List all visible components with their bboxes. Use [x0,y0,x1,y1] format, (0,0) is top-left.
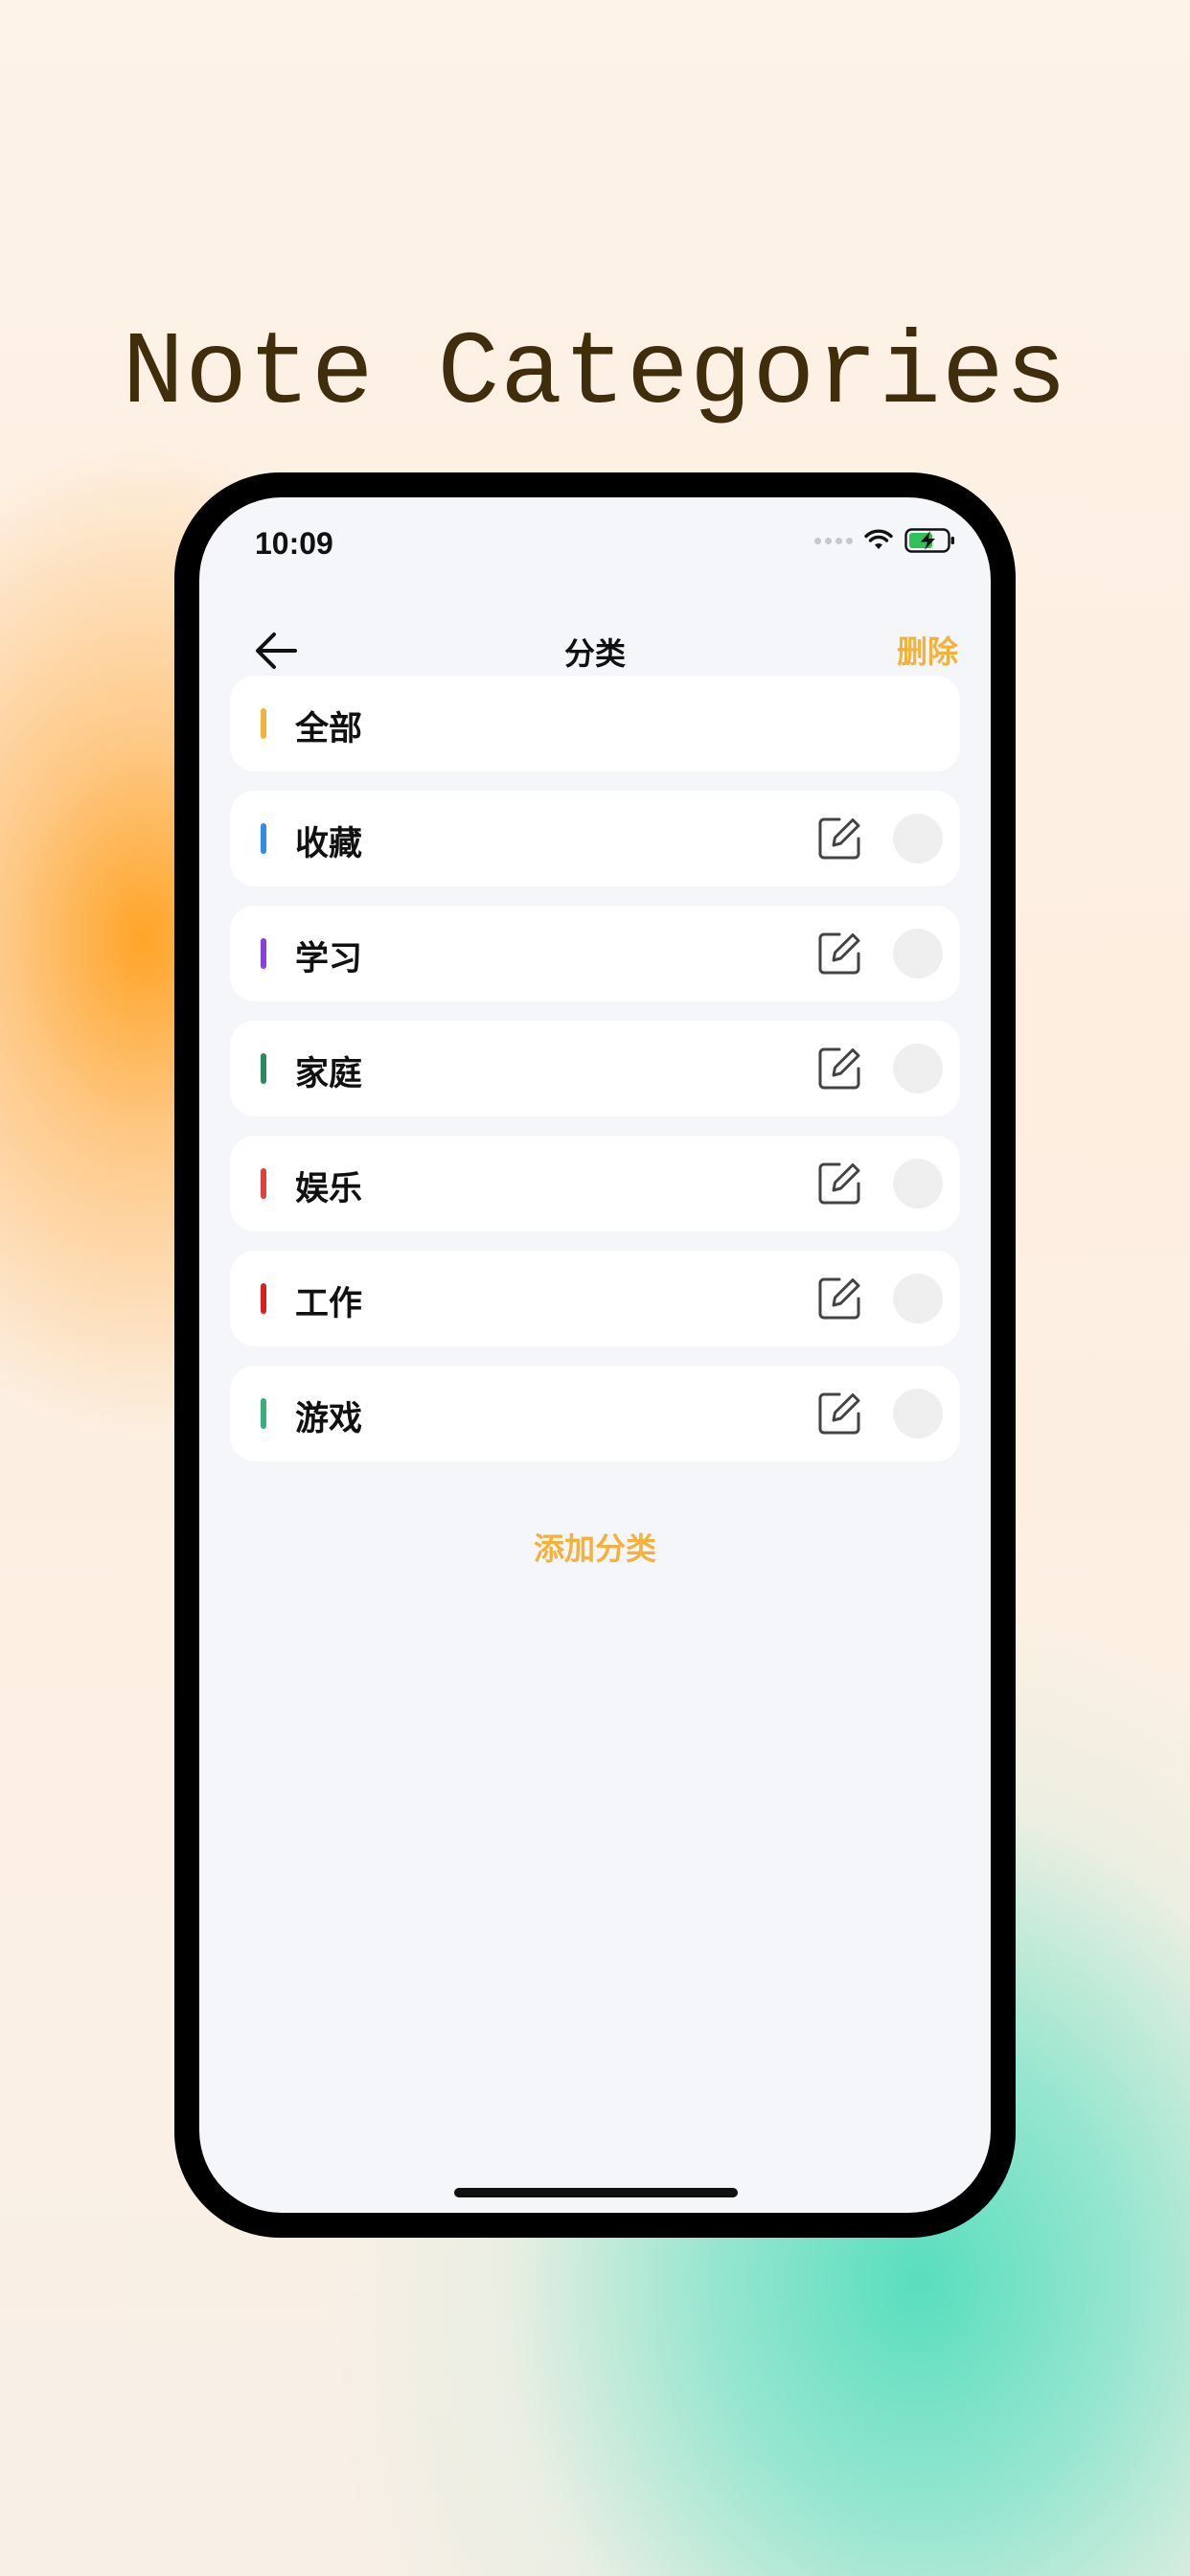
category-label: 家庭 [295,1055,363,1093]
select-radio[interactable] [893,1274,943,1323]
battery-charging-icon [904,528,954,553]
home-indicator[interactable] [454,2188,738,2197]
edit-icon [818,1047,860,1090]
status-time: 10:09 [255,526,333,561]
status-bar: 10:09 [199,497,991,593]
edit-icon [818,1392,860,1435]
edit-category-button[interactable] [814,1044,864,1093]
category-color-bar [261,1398,266,1429]
select-radio[interactable] [893,814,943,863]
cellular-signal-icon [814,537,853,544]
add-category-button[interactable]: 添加分类 [199,1525,991,1569]
edit-icon [818,932,860,975]
category-color-bar [261,1053,266,1084]
category-color-bar [261,938,266,969]
select-radio[interactable] [893,1159,943,1208]
category-color-bar [261,1168,266,1199]
category-item-games[interactable]: 游戏 [230,1366,960,1461]
edit-category-button[interactable] [814,1274,864,1323]
category-label: 工作 [295,1285,363,1323]
category-list: 全部 收藏 学习 家庭 娱乐 工作 游戏 [230,676,960,1481]
edit-category-button[interactable] [814,1159,864,1208]
status-icons [814,528,956,553]
category-item-favorites[interactable]: 收藏 [230,791,960,886]
category-label: 娱乐 [295,1170,363,1208]
edit-icon [818,817,860,860]
category-item-all[interactable]: 全部 [230,676,960,771]
category-label: 全部 [295,710,363,748]
wifi-icon [864,529,893,549]
edit-icon [818,1277,860,1320]
category-label: 收藏 [295,825,363,863]
hero-title: Note Categories [122,316,1068,433]
select-radio[interactable] [893,929,943,978]
category-label: 游戏 [295,1400,363,1438]
select-radio[interactable] [893,1389,943,1438]
edit-category-button[interactable] [814,814,864,863]
category-item-study[interactable]: 学习 [230,906,960,1001]
edit-category-button[interactable] [814,1389,864,1438]
category-item-family[interactable]: 家庭 [230,1021,960,1116]
delete-button[interactable]: 删除 [897,628,958,672]
edit-category-button[interactable] [814,929,864,978]
category-item-entertainment[interactable]: 娱乐 [230,1136,960,1231]
phone-screen: 10:09 分类 删除 全部 收藏 学习 家庭 娱乐 工作 游戏 添加分类 [199,497,991,2213]
phone-frame: 10:09 分类 删除 全部 收藏 学习 家庭 娱乐 工作 游戏 添加分类 [174,472,1016,2238]
category-label: 学习 [295,940,363,978]
category-color-bar [261,823,266,854]
page-title: 分类 [563,635,626,672]
category-item-work[interactable]: 工作 [230,1251,960,1346]
category-color-bar [261,708,266,739]
edit-icon [818,1162,860,1205]
category-color-bar [261,1283,266,1314]
select-radio[interactable] [893,1044,943,1093]
